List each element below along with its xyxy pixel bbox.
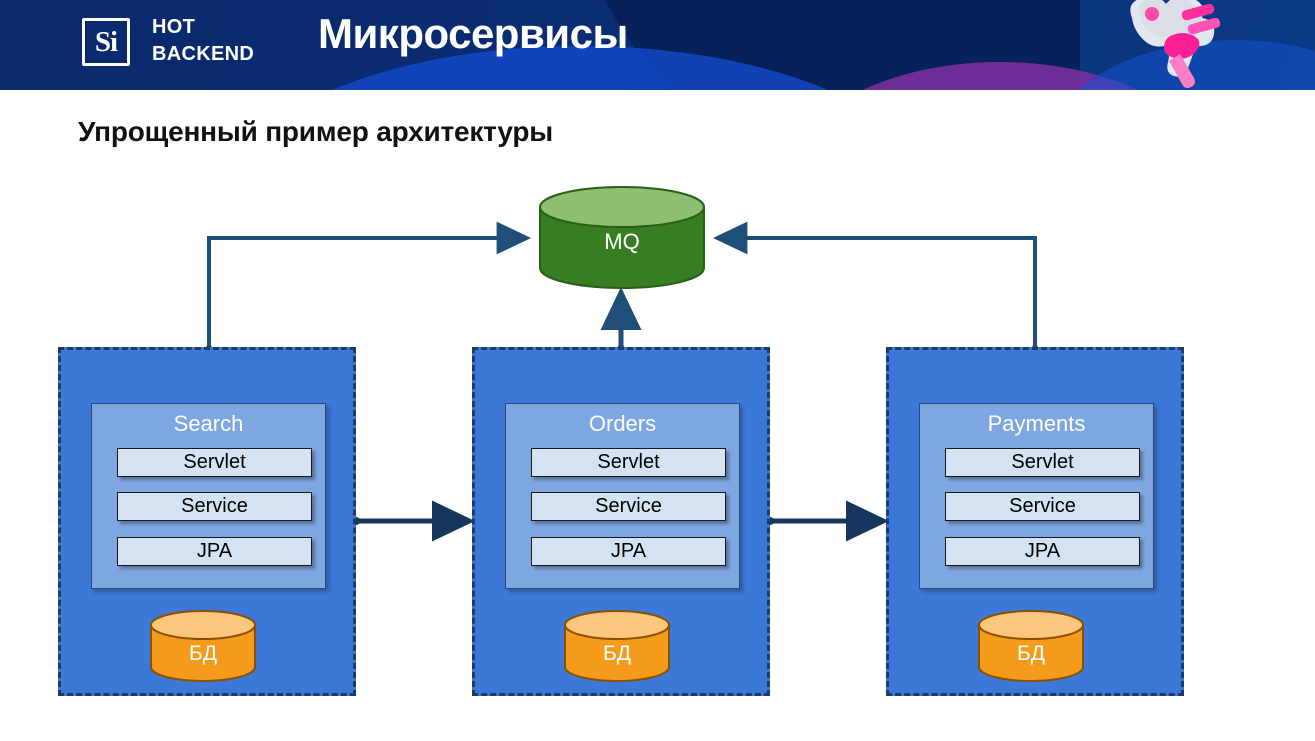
page-title: Микросервисы	[318, 10, 628, 57]
database-node[interactable]: БД	[563, 610, 671, 682]
service-container-orders[interactable]: Orders Servlet Service JPA БД	[472, 347, 770, 696]
service-layer-service[interactable]: Service	[117, 492, 312, 521]
slide-header: Si HOT BACKEND Микросервисы	[0, 0, 1315, 90]
service-name: Orders	[588, 411, 657, 436]
cylinder-shape-icon	[539, 186, 705, 289]
service-layer-servlet[interactable]: Servlet	[945, 448, 1140, 477]
mq-broker-node[interactable]: MQ	[538, 185, 706, 290]
slide-root: Si HOT BACKEND Микросервисы Упрощенный п…	[0, 0, 1315, 741]
service-panel: Orders Servlet Service JPA	[505, 403, 740, 589]
logo-wordmark: HOT BACKEND	[152, 14, 254, 68]
service-container-payments[interactable]: Payments Servlet Service JPA БД	[886, 347, 1184, 696]
database-node[interactable]: БД	[977, 610, 1085, 682]
service-layer-service[interactable]: Service	[531, 492, 726, 521]
service-layer-service[interactable]: Service	[945, 492, 1140, 521]
logo-wordmark-line1: HOT	[152, 16, 196, 38]
service-name: Search	[173, 411, 244, 436]
logo-mark-si: Si	[82, 18, 130, 66]
service-panel: Search Servlet Service JPA	[91, 403, 326, 589]
slide-subtitle: Упрощенный пример архитектуры	[78, 116, 554, 147]
decorative-blob-icon	[1130, 0, 1221, 88]
service-name: Payments	[987, 411, 1086, 436]
service-layer-jpa[interactable]: JPA	[117, 537, 312, 566]
connector-payments-mq	[712, 221, 1052, 376]
service-layer-servlet[interactable]: Servlet	[531, 448, 726, 477]
service-layer-jpa[interactable]: JPA	[945, 537, 1140, 566]
database-cylinder-icon	[564, 610, 670, 682]
service-container-search[interactable]: Search Servlet Service JPA БД	[58, 347, 356, 696]
database-node[interactable]: БД	[149, 610, 257, 682]
service-panel: Payments Servlet Service JPA	[919, 403, 1154, 589]
service-layer-jpa[interactable]: JPA	[531, 537, 726, 566]
database-cylinder-icon	[150, 610, 256, 682]
database-cylinder-icon	[978, 610, 1084, 682]
logo-wordmark-line2: BACKEND	[152, 43, 255, 65]
service-layer-servlet[interactable]: Servlet	[117, 448, 312, 477]
connector-search-mq	[192, 221, 532, 376]
